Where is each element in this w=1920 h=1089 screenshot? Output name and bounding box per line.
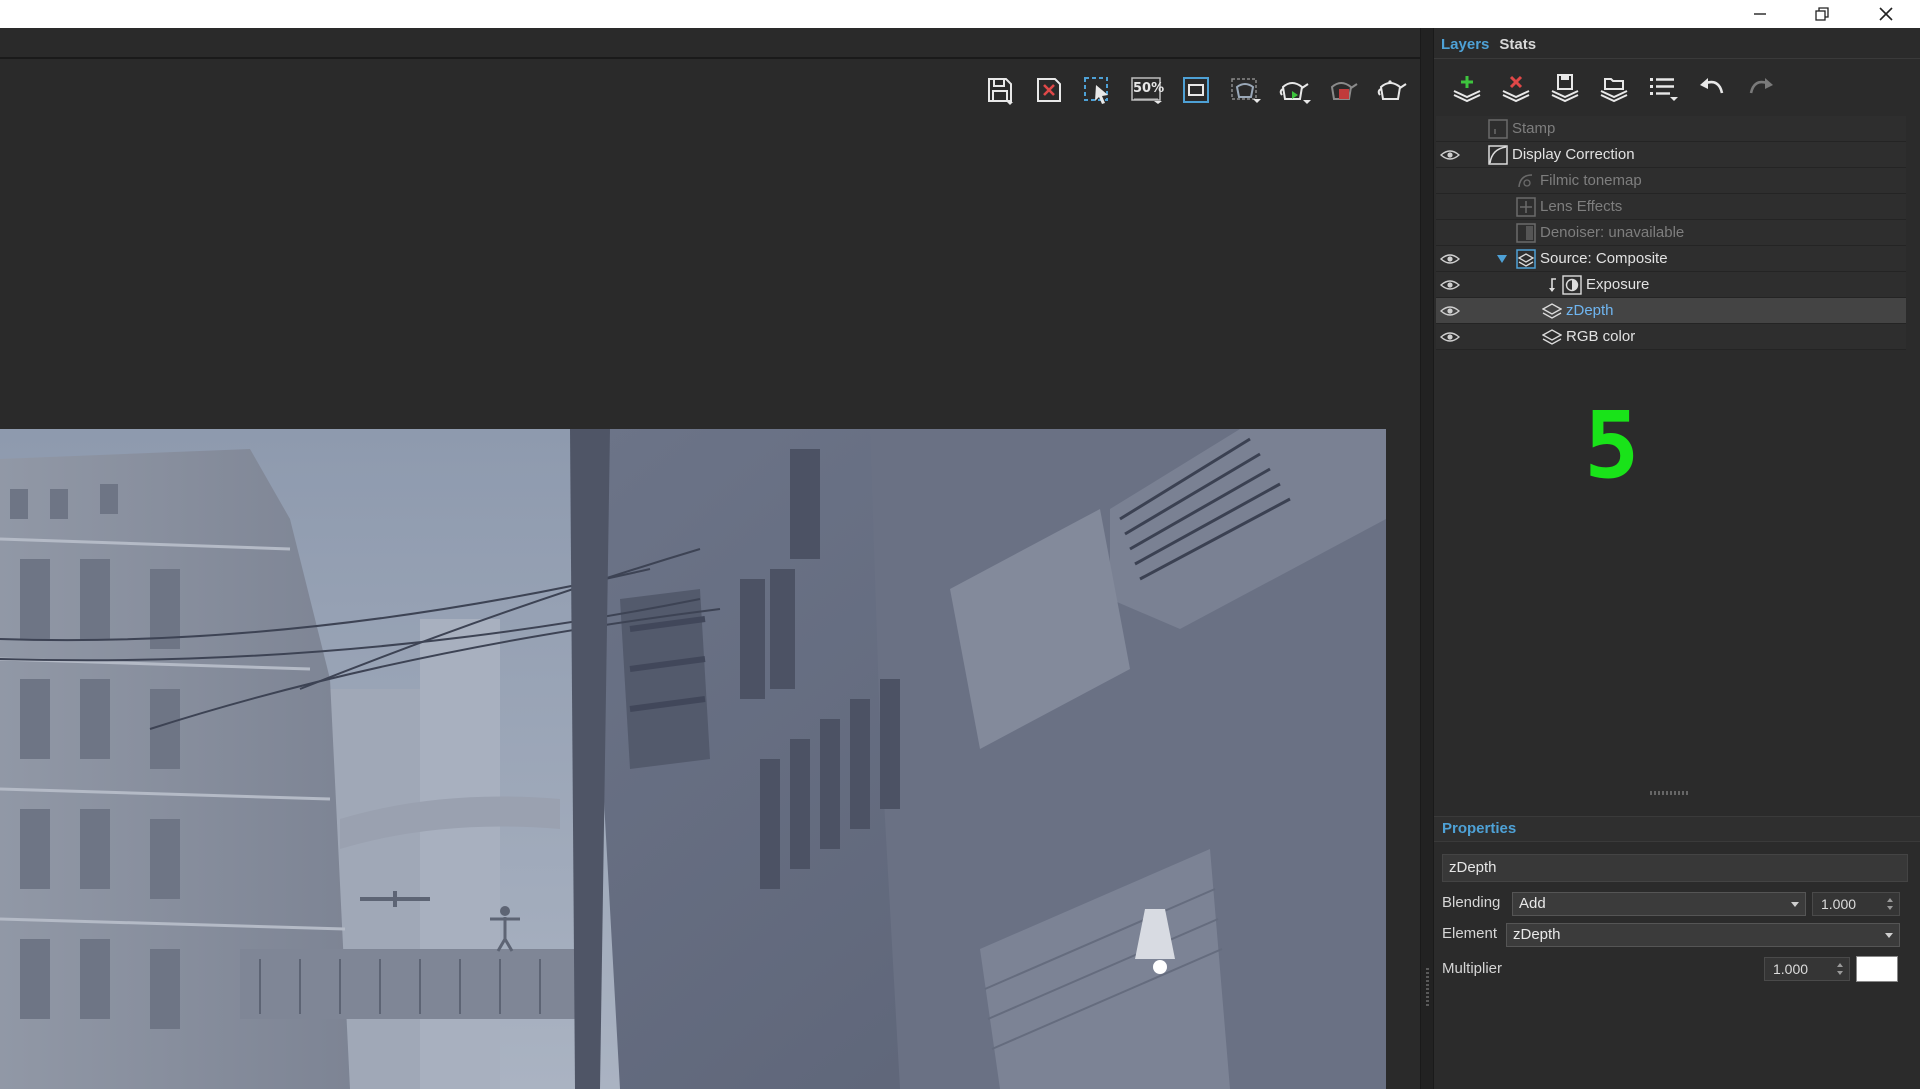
teapot-stop-icon[interactable]: [1318, 68, 1367, 112]
multiplier-label: Multiplier: [1442, 960, 1503, 977]
zoom-label: 50%: [1133, 81, 1165, 96]
layer-row-display-correction[interactable]: Display Correction: [1436, 142, 1906, 168]
layer-row-denoiser[interactable]: Denoiser: unavailable: [1436, 220, 1906, 246]
floppy-disk-icon[interactable]: [975, 68, 1024, 112]
layer-label: Filmic tonemap: [1540, 172, 1642, 189]
layer-row-exposure[interactable]: Exposure: [1436, 272, 1906, 298]
region-select-icon[interactable]: [1073, 68, 1122, 112]
blending-amount-spinner[interactable]: 1.000: [1812, 892, 1900, 916]
tab-divider: [1434, 58, 1920, 59]
layer-label: Source: Composite: [1540, 250, 1668, 267]
layer-label: Lens Effects: [1540, 198, 1623, 215]
element-label: Element: [1442, 925, 1498, 942]
exposure-icon: [1562, 275, 1582, 295]
add-layer-icon[interactable]: [1442, 68, 1491, 108]
layer-name-field[interactable]: zDepth: [1442, 854, 1908, 882]
layer-label: Denoiser: unavailable: [1540, 224, 1685, 241]
undo-icon[interactable]: [1687, 68, 1736, 108]
minimize-icon[interactable]: [1730, 0, 1790, 28]
properties-title: Properties: [1442, 820, 1517, 837]
lens-effects-icon: [1516, 197, 1536, 217]
viewport-panel-splitter[interactable]: [1420, 28, 1434, 1089]
blending-value: Add: [1519, 895, 1546, 912]
blending-select[interactable]: Add: [1512, 892, 1806, 916]
tab-stats[interactable]: Stats: [1494, 34, 1541, 56]
blending-label: Blending: [1442, 894, 1501, 911]
chevron-down-icon: [1791, 902, 1799, 907]
render-image: [0, 429, 1386, 1089]
layer-row-source-composite[interactable]: Source: Composite: [1436, 246, 1906, 272]
layer-toolbar: [1442, 68, 1785, 108]
layer-label: RGB color: [1566, 328, 1636, 345]
link-arrow-icon: [1544, 275, 1564, 295]
clear-icon[interactable]: [1024, 68, 1073, 112]
layer-label: zDepth: [1566, 302, 1614, 319]
restore-icon[interactable]: [1792, 0, 1852, 28]
stamp-icon: [1488, 119, 1508, 139]
tab-layers[interactable]: Layers: [1436, 34, 1494, 56]
close-icon[interactable]: [1856, 0, 1916, 28]
tonemap-icon: [1516, 171, 1536, 191]
layer-label: Exposure: [1586, 276, 1650, 293]
eye-icon[interactable]: [1440, 149, 1460, 161]
viewport-toolbar: 50%: [975, 68, 1416, 112]
layer-row-rgb-color[interactable]: RGB color: [1436, 324, 1906, 350]
redo-icon[interactable]: [1736, 68, 1785, 108]
element-select[interactable]: zDepth: [1506, 923, 1900, 947]
layer-label: Stamp: [1512, 120, 1556, 137]
zoom-percent-icon[interactable]: 50%: [1122, 68, 1171, 112]
splitter-grip-icon[interactable]: [1650, 791, 1690, 795]
splitter-grip-icon[interactable]: [1426, 968, 1429, 1008]
layer-list-icon[interactable]: [1638, 68, 1687, 108]
composite-icon: [1516, 249, 1536, 269]
layer-row-zdepth[interactable]: zDepth: [1436, 298, 1906, 324]
spinner-arrows-icon[interactable]: [1837, 961, 1843, 977]
delete-layer-icon[interactable]: [1491, 68, 1540, 108]
blending-amount-value: 1.000: [1821, 896, 1857, 912]
render-viewport: 50%: [0, 28, 1420, 1089]
layer-row-stamp[interactable]: Stamp: [1436, 116, 1906, 142]
expand-arrow-icon[interactable]: [1496, 254, 1508, 264]
teapot-render-icon[interactable]: [1269, 68, 1318, 112]
color-swatch[interactable]: [1856, 956, 1898, 982]
eye-icon[interactable]: [1440, 331, 1460, 343]
teapot-icon[interactable]: [1367, 68, 1416, 112]
eye-icon[interactable]: [1440, 305, 1460, 317]
layer-list: Stamp Display Correction Filmic tonemap …: [1436, 116, 1906, 350]
viewport-divider: [0, 57, 1420, 59]
properties-splitter[interactable]: [1434, 786, 1920, 800]
window-title-bar: [0, 0, 1920, 28]
eye-icon[interactable]: [1440, 279, 1460, 291]
eye-icon[interactable]: [1440, 253, 1460, 265]
curve-icon: [1488, 145, 1508, 165]
frame-icon[interactable]: [1171, 68, 1220, 112]
panel-tabs: Layers Stats: [1436, 34, 1541, 56]
spinner-arrows-icon[interactable]: [1887, 896, 1893, 912]
teapot-region-icon[interactable]: [1220, 68, 1269, 112]
overlay-number: 5: [1584, 392, 1640, 499]
load-layers-icon[interactable]: [1589, 68, 1638, 108]
denoiser-icon: [1516, 223, 1536, 243]
layer-row-lens-effects[interactable]: Lens Effects: [1436, 194, 1906, 220]
layer-icon: [1541, 301, 1563, 321]
multiplier-value: 1.000: [1773, 961, 1809, 977]
element-value: zDepth: [1513, 926, 1561, 943]
layer-row-filmic-tonemap[interactable]: Filmic tonemap: [1436, 168, 1906, 194]
save-layers-icon[interactable]: [1540, 68, 1589, 108]
layers-panel: Layers Stats Stamp Display Correction Fi…: [1434, 28, 1920, 1089]
layer-icon: [1541, 327, 1563, 347]
multiplier-spinner[interactable]: 1.000: [1764, 957, 1850, 981]
layer-label: Display Correction: [1512, 146, 1635, 163]
chevron-down-icon: [1885, 933, 1893, 938]
